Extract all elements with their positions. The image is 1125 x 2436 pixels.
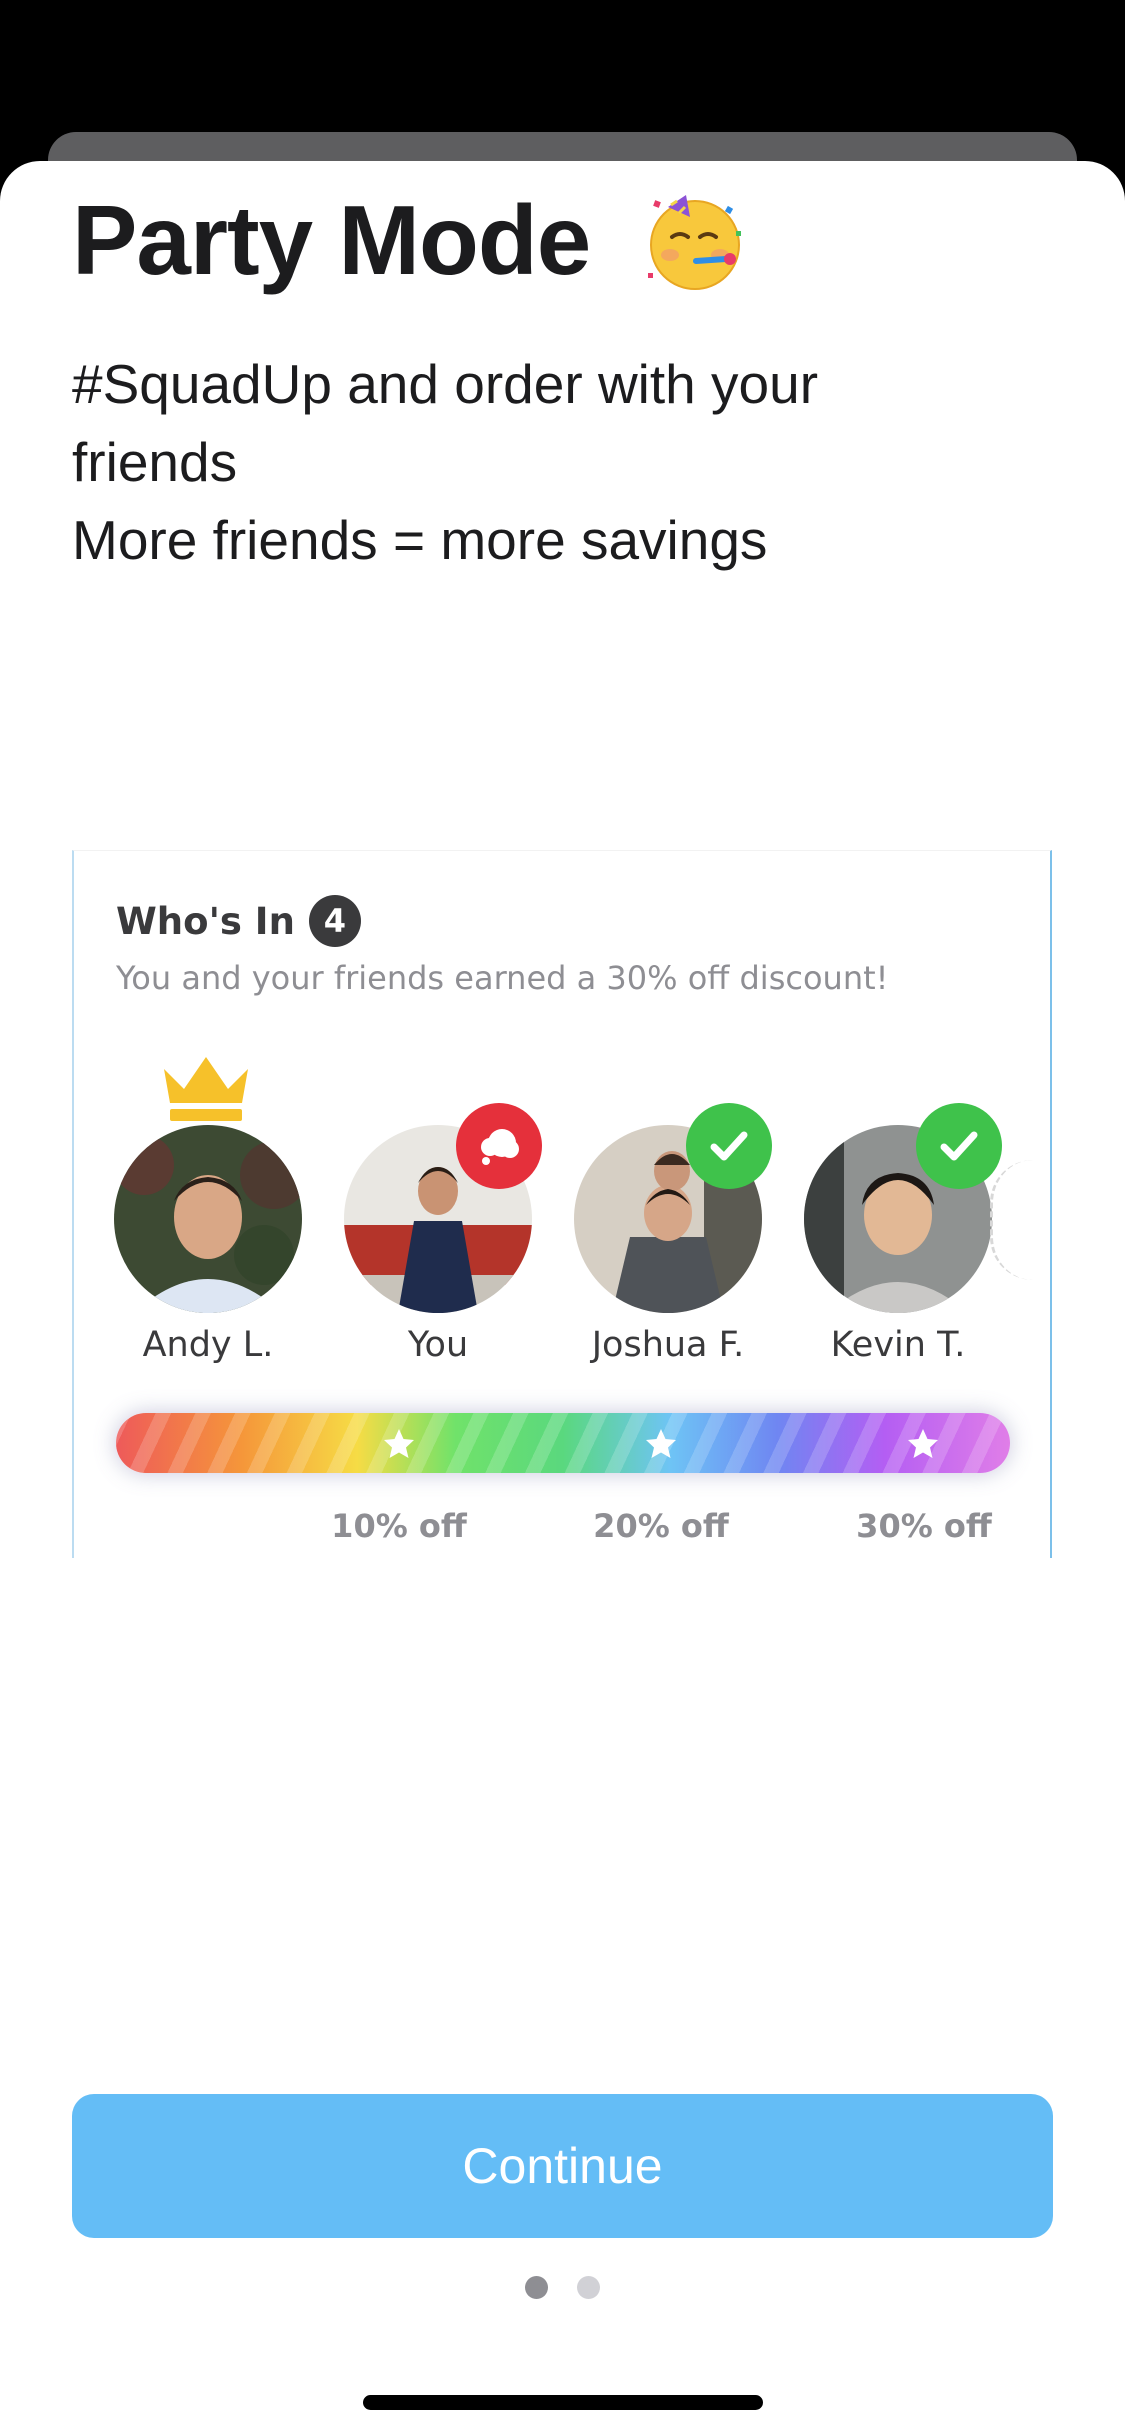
crown-icon [164, 1057, 248, 1121]
subtitle-line: More friends = more savings [72, 509, 768, 571]
milestone-label: 20% off [593, 1507, 729, 1545]
friend-name: Andy L. [142, 1325, 274, 1365]
continue-button[interactable]: Continue [72, 2094, 1053, 2238]
whos-in-title: Who's In [116, 899, 295, 943]
checkmark-icon [686, 1103, 772, 1189]
star-icon [384, 1429, 414, 1458]
rainbow-progress-bar [116, 1413, 1010, 1473]
page-title: Party Mode [72, 184, 591, 295]
friend-joshua[interactable]: Joshua F. [570, 1051, 772, 1365]
page-dot[interactable] [577, 2276, 600, 2299]
subtitle-line: friends [72, 431, 238, 493]
avatar [114, 1125, 302, 1313]
star-icon [646, 1429, 676, 1458]
discount-message: You and your friends earned a 30% off di… [116, 959, 889, 997]
page-dot-active[interactable] [525, 2276, 548, 2299]
whos-in-header: Who's In 4 [116, 895, 361, 947]
milestone-label: 10% off [331, 1507, 467, 1545]
title-row: Party Mode [72, 170, 750, 310]
page-subtitle: #SquadUp and order with your friends Mor… [72, 345, 972, 579]
friend-count-badge: 4 [308, 895, 361, 947]
home-indicator [363, 2395, 763, 2410]
friend-andy[interactable]: Andy L. [110, 1051, 310, 1365]
milestone-label: 30% off [856, 1507, 992, 1545]
friends-row: Andy L. You Joshua F. Kevin T. [110, 1051, 1054, 1365]
friend-name: You [407, 1325, 469, 1365]
friend-name: Joshua F. [591, 1325, 745, 1365]
checkmark-icon [916, 1103, 1002, 1189]
whos-in-card: Who's In 4 You and your friends earned a… [72, 850, 1052, 1558]
page-indicator [525, 2276, 605, 2300]
discount-progress: 10% off 20% off 30% off [116, 1413, 1010, 1545]
subtitle-line: #SquadUp and order with your [72, 353, 819, 415]
star-icon [908, 1429, 938, 1458]
friend-kevin[interactable]: Kevin T. [800, 1051, 1002, 1365]
thought-bubble-icon [456, 1103, 542, 1189]
partying-face-icon [648, 195, 742, 290]
friend-you[interactable]: You [340, 1051, 542, 1365]
friend-name: Kevin T. [830, 1325, 966, 1365]
